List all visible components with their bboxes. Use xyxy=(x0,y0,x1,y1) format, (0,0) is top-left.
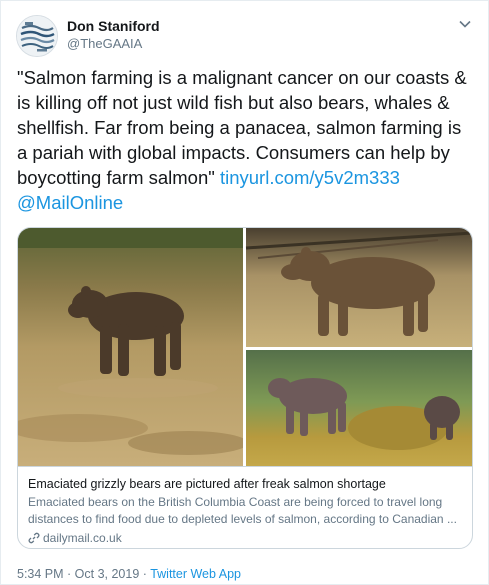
card-title: Emaciated grizzly bears are pictured aft… xyxy=(28,477,386,491)
link-icon xyxy=(28,532,40,544)
tweet-source[interactable]: Twitter Web App xyxy=(150,567,241,581)
tweet-mention[interactable]: @MailOnline xyxy=(17,192,123,213)
avatar[interactable] xyxy=(16,15,58,57)
author-handle[interactable]: @TheGAAIA xyxy=(67,35,160,53)
card-meta: Emaciated grizzly bears are pictured aft… xyxy=(18,466,472,548)
tweet-footer: 5:34 PM · Oct 3, 2019 · Twitter Web App xyxy=(17,567,241,581)
chevron-down-icon[interactable] xyxy=(458,17,472,31)
card-domain: dailymail.co.uk xyxy=(43,531,122,545)
card-description: Emaciated bears on the British Columbia … xyxy=(28,495,457,526)
author-block: Don Staniford @TheGAAIA xyxy=(67,17,160,53)
tweet-timestamp[interactable]: 5:34 PM · Oct 3, 2019 xyxy=(17,567,139,581)
footer-separator: · xyxy=(139,567,151,581)
tweet-link[interactable]: tinyurl.com/y5v2m333 xyxy=(220,167,400,188)
link-card[interactable]: Emaciated grizzly bears are pictured aft… xyxy=(17,227,473,549)
avatar-logo xyxy=(17,16,57,56)
tweet-container: Don Staniford @TheGAAIA "Salmon farming … xyxy=(0,0,489,585)
author-name[interactable]: Don Staniford xyxy=(67,17,160,35)
card-image[interactable] xyxy=(18,228,472,466)
tweet-text: "Salmon farming is a malignant cancer on… xyxy=(17,65,473,215)
card-domain-row: dailymail.co.uk xyxy=(28,531,122,545)
